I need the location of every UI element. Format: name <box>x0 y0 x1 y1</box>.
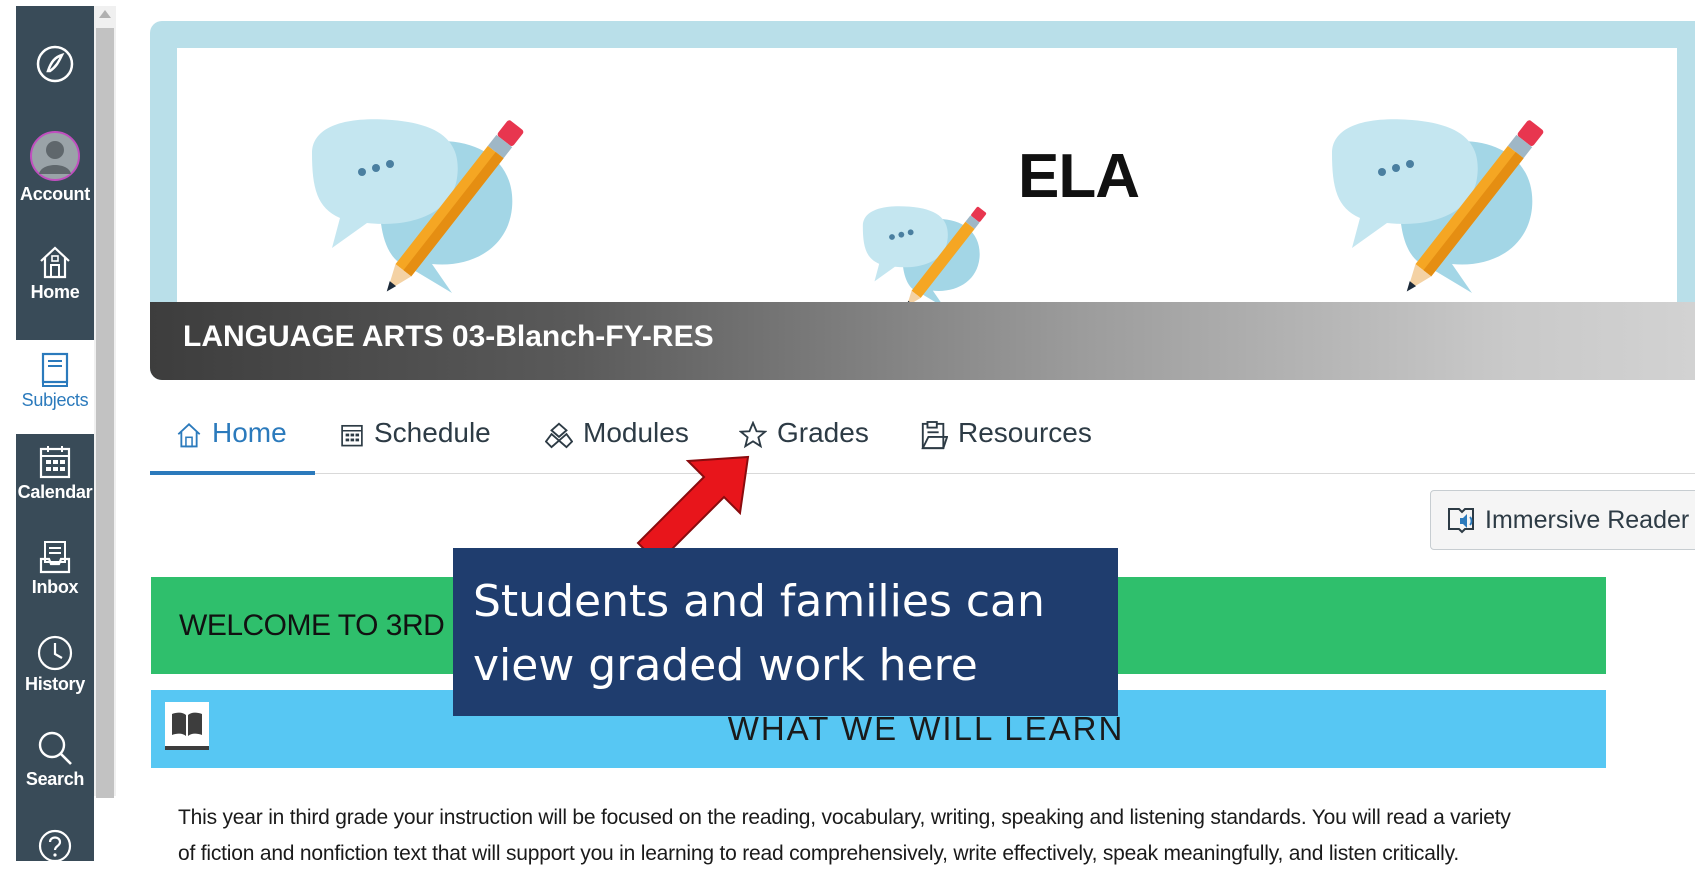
speech-bubble-pencil-small-icon <box>862 206 987 308</box>
nav-history[interactable]: History <box>16 634 94 695</box>
immersive-reader-icon <box>1448 508 1474 534</box>
annotation-callout: Students and families can view graded wo… <box>453 548 1118 716</box>
tab-home[interactable]: Home <box>150 417 315 475</box>
avatar <box>30 131 80 181</box>
modules-icon <box>545 422 573 449</box>
tab-resources[interactable]: Resources <box>920 417 1092 473</box>
scroll-thumb[interactable] <box>96 28 114 798</box>
immersive-reader-button[interactable]: Immersive Reader <box>1430 490 1695 550</box>
speech-bubble-pencil-icon <box>312 119 524 293</box>
course-tabs: Home Schedule Modules Grades Resources <box>150 405 1695 475</box>
global-nav: Account Home Subjects Calendar Inbox His… <box>16 6 94 864</box>
nav-scrollbar[interactable] <box>94 6 116 798</box>
nav-search[interactable]: Search <box>16 729 94 790</box>
tab-grades-label: Grades <box>777 417 869 448</box>
nav-subjects-label: Subjects <box>21 390 89 410</box>
nav-calendar-label: Calendar <box>17 482 93 502</box>
nav-search-label: Search <box>25 769 85 789</box>
intro-line-2: of fiction and nonfiction text that will… <box>178 842 1460 865</box>
banner-title: ELA <box>1018 142 1140 211</box>
intro-paragraph: This year in third grade your instructio… <box>178 800 1598 872</box>
callout-line-2: view graded work here <box>473 640 978 691</box>
tab-schedule-label: Schedule <box>374 417 491 448</box>
inbox-icon <box>39 541 71 574</box>
clock-icon <box>37 635 73 671</box>
banner-caption-bar: LANGUAGE ARTS 03-Blanch-FY-RES <box>150 302 1695 380</box>
nav-home[interactable]: Home <box>16 244 94 303</box>
immersive-reader-label: Immersive Reader <box>1485 505 1690 534</box>
speech-bubble-pencil-right-icon <box>1332 119 1544 293</box>
nav-inbox[interactable]: Inbox <box>16 539 94 598</box>
scroll-up-arrow-icon[interactable] <box>99 10 111 18</box>
help-icon <box>38 829 72 863</box>
home-icon <box>177 423 201 448</box>
tab-schedule[interactable]: Schedule <box>340 417 491 473</box>
tab-home-label: Home <box>212 417 287 448</box>
callout-line-1: Students and families can <box>473 576 1045 627</box>
nav-account[interactable]: Account <box>16 130 94 205</box>
course-name: LANGUAGE ARTS 03-Blanch-FY-RES <box>183 320 714 353</box>
nav-history-label: History <box>25 674 85 694</box>
canvas-logo-link[interactable] <box>16 44 94 84</box>
home-icon <box>40 246 70 279</box>
tab-resources-label: Resources <box>958 417 1092 448</box>
book-icon <box>41 352 69 387</box>
calendar-icon <box>341 424 363 447</box>
welcome-text: WELCOME TO 3RD <box>179 608 445 642</box>
canvas-logo-icon <box>36 45 74 83</box>
nav-account-label: Account <box>20 184 90 204</box>
search-icon <box>38 731 72 765</box>
nav-inbox-label: Inbox <box>31 577 79 597</box>
intro-line-1: This year in third grade your instructio… <box>178 806 1511 829</box>
course-banner: ELA LANGUAGE ARTS 03-Blanch-FY-RES <box>150 21 1695 380</box>
nav-calendar[interactable]: Calendar <box>16 444 94 503</box>
nav-help[interactable] <box>16 828 94 864</box>
nav-subjects[interactable]: Subjects <box>16 340 94 434</box>
nav-home-label: Home <box>30 282 80 302</box>
folder-icon <box>921 421 948 450</box>
calendar-icon <box>39 446 71 479</box>
